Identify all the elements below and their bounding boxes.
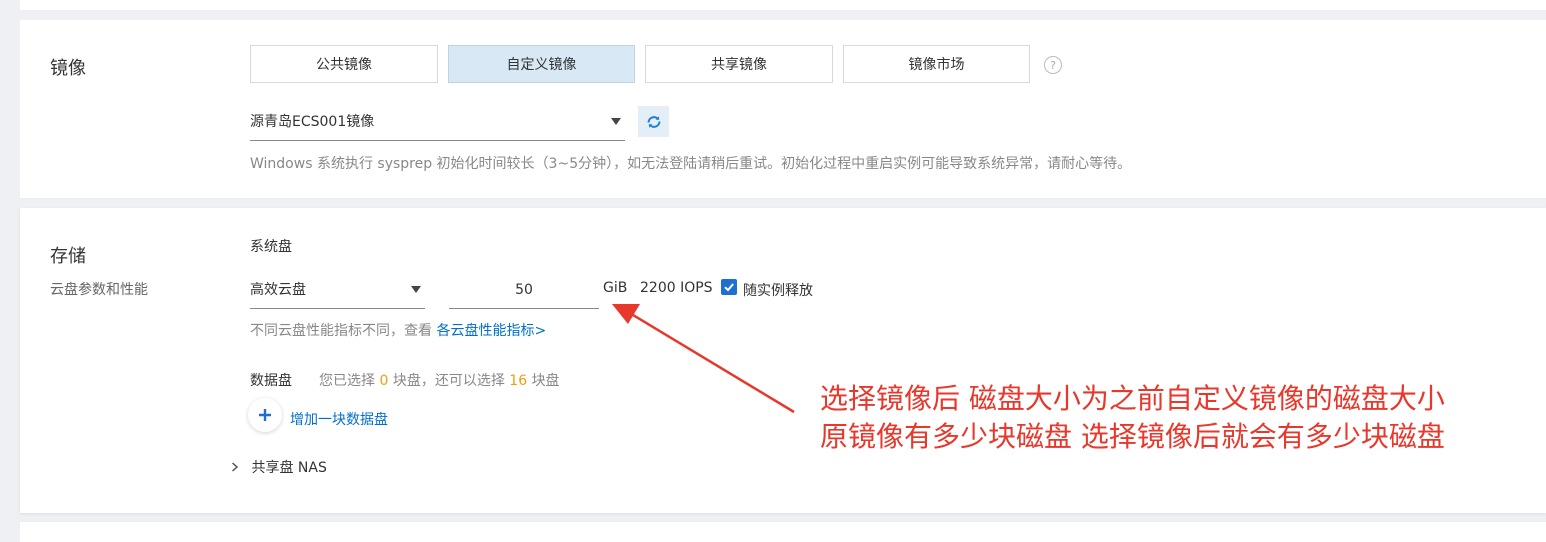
shared-disk-nas-label: 共享盘 NAS (251, 460, 327, 476)
data-disk-hint: 您已选择 0 块盘，还可以选择 16 块盘 (319, 370, 560, 390)
question-circle-icon[interactable]: ? (1044, 56, 1062, 74)
check-icon (724, 283, 734, 292)
selected-disk-count: 0 (379, 373, 389, 389)
annotation-line-1: 选择镜像后 磁盘大小为之前自定义镜像的磁盘大小 (820, 382, 1445, 415)
next-section-card (20, 522, 1546, 542)
chevron-down-icon (411, 286, 421, 293)
sysprep-hint: Windows 系统执行 sysprep 初始化时间较长（3~5分钟），如无法登… (250, 156, 1132, 172)
system-disk-label: 系统盘 (250, 239, 292, 255)
storage-section: 存储 云盘参数和性能 系统盘 高效云盘 50 GiB 2200 IOPS 随实例… (20, 208, 1546, 513)
refresh-button[interactable] (638, 106, 669, 137)
disk-performance-hint: 不同云盘性能指标不同，查看 各云盘性能指标> (250, 320, 546, 340)
storage-section-subtitle: 云盘参数和性能 (50, 282, 148, 298)
chevron-down-icon (611, 118, 621, 125)
tab-image-market[interactable]: 镜像市场 (843, 45, 1030, 83)
tab-public-image[interactable]: 公共镜像 (250, 45, 438, 83)
data-disk-hint-suffix: 块盘 (531, 373, 560, 389)
data-disk-label: 数据盘 (250, 373, 292, 389)
disk-iops: 2200 IOPS (640, 280, 713, 296)
plus-icon (259, 409, 271, 421)
data-disk-hint-prefix: 您已选择 (319, 373, 375, 389)
chevron-right-icon (232, 462, 239, 472)
release-with-instance-label[interactable]: 随实例释放 (743, 280, 813, 300)
add-data-disk-link[interactable]: 增加一块数据盘 (290, 409, 388, 429)
data-disk-hint-middle: 块盘，还可以选择 (392, 373, 505, 389)
tab-shared-image[interactable]: 共享镜像 (645, 45, 833, 83)
add-data-disk-button[interactable] (248, 398, 282, 432)
system-disk-type-value: 高效云盘 (250, 282, 306, 298)
selected-image-value: 源青岛ECS001镜像 (250, 114, 375, 130)
disk-performance-hint-text: 不同云盘性能指标不同，查看 (250, 323, 432, 339)
release-with-instance-checkbox[interactable] (721, 279, 737, 295)
system-disk-size-input[interactable]: 50 (449, 272, 599, 309)
remaining-disk-count: 16 (509, 373, 528, 389)
tab-custom-image[interactable]: 自定义镜像 (448, 45, 635, 83)
image-section: 镜像 公共镜像 自定义镜像 共享镜像 镜像市场 ? 源青岛ECS001镜像 Wi… (20, 20, 1546, 198)
refresh-icon (647, 115, 660, 128)
custom-image-select[interactable]: 源青岛ECS001镜像 (250, 102, 625, 141)
system-disk-type-select[interactable]: 高效云盘 (250, 270, 425, 309)
image-section-title: 镜像 (50, 58, 86, 79)
annotation-line-2: 原镜像有多少块磁盘 选择镜像后就会有多少块磁盘 (820, 420, 1445, 453)
previous-section-card (20, 0, 1546, 10)
shared-disk-nas-toggle[interactable]: 共享盘 NAS (231, 457, 327, 477)
disk-performance-link[interactable]: 各云盘性能指标> (436, 323, 546, 339)
disk-size-unit: GiB (603, 280, 628, 296)
storage-section-title: 存储 (50, 246, 86, 267)
